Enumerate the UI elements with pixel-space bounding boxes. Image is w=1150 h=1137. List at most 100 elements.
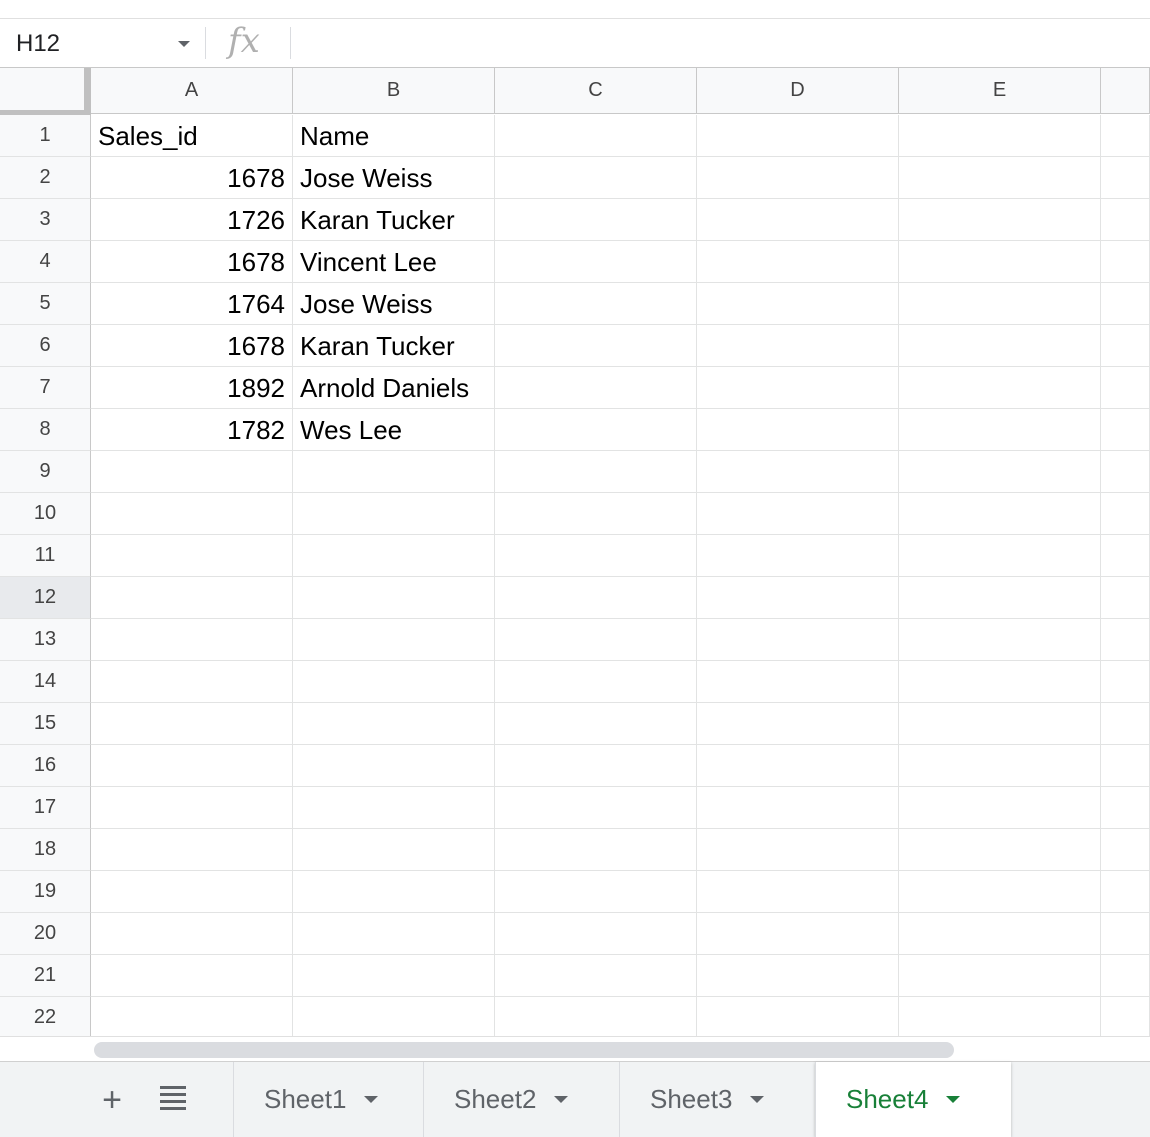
cell-e22[interactable] xyxy=(899,997,1101,1039)
cell-e1[interactable] xyxy=(899,115,1101,157)
cell-a2[interactable]: 1678 xyxy=(91,157,293,199)
cell-d8[interactable] xyxy=(697,409,899,451)
cell-a1[interactable]: Sales_id xyxy=(91,115,293,157)
cell-f15[interactable] xyxy=(1101,703,1150,745)
cell-d11[interactable] xyxy=(697,535,899,577)
cell-e9[interactable] xyxy=(899,451,1101,493)
cell-f7[interactable] xyxy=(1101,367,1150,409)
cell-b7[interactable]: Arnold Daniels xyxy=(293,367,495,409)
cell-c13[interactable] xyxy=(495,619,697,661)
chevron-down-icon[interactable] xyxy=(750,1096,765,1103)
chevron-down-icon[interactable] xyxy=(946,1096,961,1103)
cell-b16[interactable] xyxy=(293,745,495,787)
cell-b2[interactable]: Jose Weiss xyxy=(293,157,495,199)
cell-a5[interactable]: 1764 xyxy=(91,283,293,325)
cell-e6[interactable] xyxy=(899,325,1101,367)
row-header-16[interactable]: 16 xyxy=(0,745,91,787)
cell-f6[interactable] xyxy=(1101,325,1150,367)
cell-f21[interactable] xyxy=(1101,955,1150,997)
row-header-12[interactable]: 12 xyxy=(0,577,91,619)
column-header-d[interactable]: D xyxy=(697,68,899,114)
cell-a22[interactable] xyxy=(91,997,293,1039)
cell-d22[interactable] xyxy=(697,997,899,1039)
cell-d10[interactable] xyxy=(697,493,899,535)
cell-e15[interactable] xyxy=(899,703,1101,745)
cell-d17[interactable] xyxy=(697,787,899,829)
cell-b5[interactable]: Jose Weiss xyxy=(293,283,495,325)
cell-e11[interactable] xyxy=(899,535,1101,577)
name-box[interactable]: H12 xyxy=(0,19,200,67)
cell-c4[interactable] xyxy=(495,241,697,283)
cell-b8[interactable]: Wes Lee xyxy=(293,409,495,451)
row-header-21[interactable]: 21 xyxy=(0,955,91,997)
cell-b12[interactable] xyxy=(293,577,495,619)
cell-e4[interactable] xyxy=(899,241,1101,283)
cell-d18[interactable] xyxy=(697,829,899,871)
cell-e7[interactable] xyxy=(899,367,1101,409)
cell-f2[interactable] xyxy=(1101,157,1150,199)
cell-a8[interactable]: 1782 xyxy=(91,409,293,451)
cell-c2[interactable] xyxy=(495,157,697,199)
all-sheets-menu-icon[interactable] xyxy=(160,1086,186,1110)
cell-f10[interactable] xyxy=(1101,493,1150,535)
cell-c11[interactable] xyxy=(495,535,697,577)
cell-a7[interactable]: 1892 xyxy=(91,367,293,409)
formula-input[interactable] xyxy=(300,19,1140,67)
cell-a21[interactable] xyxy=(91,955,293,997)
cell-c8[interactable] xyxy=(495,409,697,451)
cell-e5[interactable] xyxy=(899,283,1101,325)
cell-b13[interactable] xyxy=(293,619,495,661)
cell-f8[interactable] xyxy=(1101,409,1150,451)
row-header-1[interactable]: 1 xyxy=(0,115,91,157)
cell-c16[interactable] xyxy=(495,745,697,787)
horizontal-scrollbar[interactable] xyxy=(0,1036,1150,1061)
cell-c22[interactable] xyxy=(495,997,697,1039)
cell-b4[interactable]: Vincent Lee xyxy=(293,241,495,283)
cell-f19[interactable] xyxy=(1101,871,1150,913)
cell-d4[interactable] xyxy=(697,241,899,283)
cell-c18[interactable] xyxy=(495,829,697,871)
cell-b15[interactable] xyxy=(293,703,495,745)
cell-e8[interactable] xyxy=(899,409,1101,451)
column-header-b[interactable]: B xyxy=(293,68,495,114)
row-header-10[interactable]: 10 xyxy=(0,493,91,535)
row-header-15[interactable]: 15 xyxy=(0,703,91,745)
cell-a10[interactable] xyxy=(91,493,293,535)
cell-e20[interactable] xyxy=(899,913,1101,955)
cell-e21[interactable] xyxy=(899,955,1101,997)
cell-b14[interactable] xyxy=(293,661,495,703)
row-header-11[interactable]: 11 xyxy=(0,535,91,577)
cell-c3[interactable] xyxy=(495,199,697,241)
cell-c1[interactable] xyxy=(495,115,697,157)
cell-b9[interactable] xyxy=(293,451,495,493)
cell-f14[interactable] xyxy=(1101,661,1150,703)
cell-a9[interactable] xyxy=(91,451,293,493)
row-header-4[interactable]: 4 xyxy=(0,241,91,283)
cell-a4[interactable]: 1678 xyxy=(91,241,293,283)
sheet-tab-sheet4[interactable]: Sheet4 xyxy=(815,1062,1011,1137)
cell-b10[interactable] xyxy=(293,493,495,535)
cell-e19[interactable] xyxy=(899,871,1101,913)
cell-d6[interactable] xyxy=(697,325,899,367)
cell-f5[interactable] xyxy=(1101,283,1150,325)
cell-a17[interactable] xyxy=(91,787,293,829)
cell-f3[interactable] xyxy=(1101,199,1150,241)
cell-b22[interactable] xyxy=(293,997,495,1039)
cell-c17[interactable] xyxy=(495,787,697,829)
cell-d14[interactable] xyxy=(697,661,899,703)
cell-c12[interactable] xyxy=(495,577,697,619)
cell-c20[interactable] xyxy=(495,913,697,955)
cell-d19[interactable] xyxy=(697,871,899,913)
row-header-13[interactable]: 13 xyxy=(0,619,91,661)
row-header-5[interactable]: 5 xyxy=(0,283,91,325)
scrollbar-thumb[interactable] xyxy=(94,1042,954,1058)
cell-d2[interactable] xyxy=(697,157,899,199)
cell-a19[interactable] xyxy=(91,871,293,913)
cell-e2[interactable] xyxy=(899,157,1101,199)
add-sheet-icon[interactable]: + xyxy=(96,1080,128,1120)
cell-b11[interactable] xyxy=(293,535,495,577)
cell-d3[interactable] xyxy=(697,199,899,241)
cell-e10[interactable] xyxy=(899,493,1101,535)
cell-d20[interactable] xyxy=(697,913,899,955)
cell-c15[interactable] xyxy=(495,703,697,745)
